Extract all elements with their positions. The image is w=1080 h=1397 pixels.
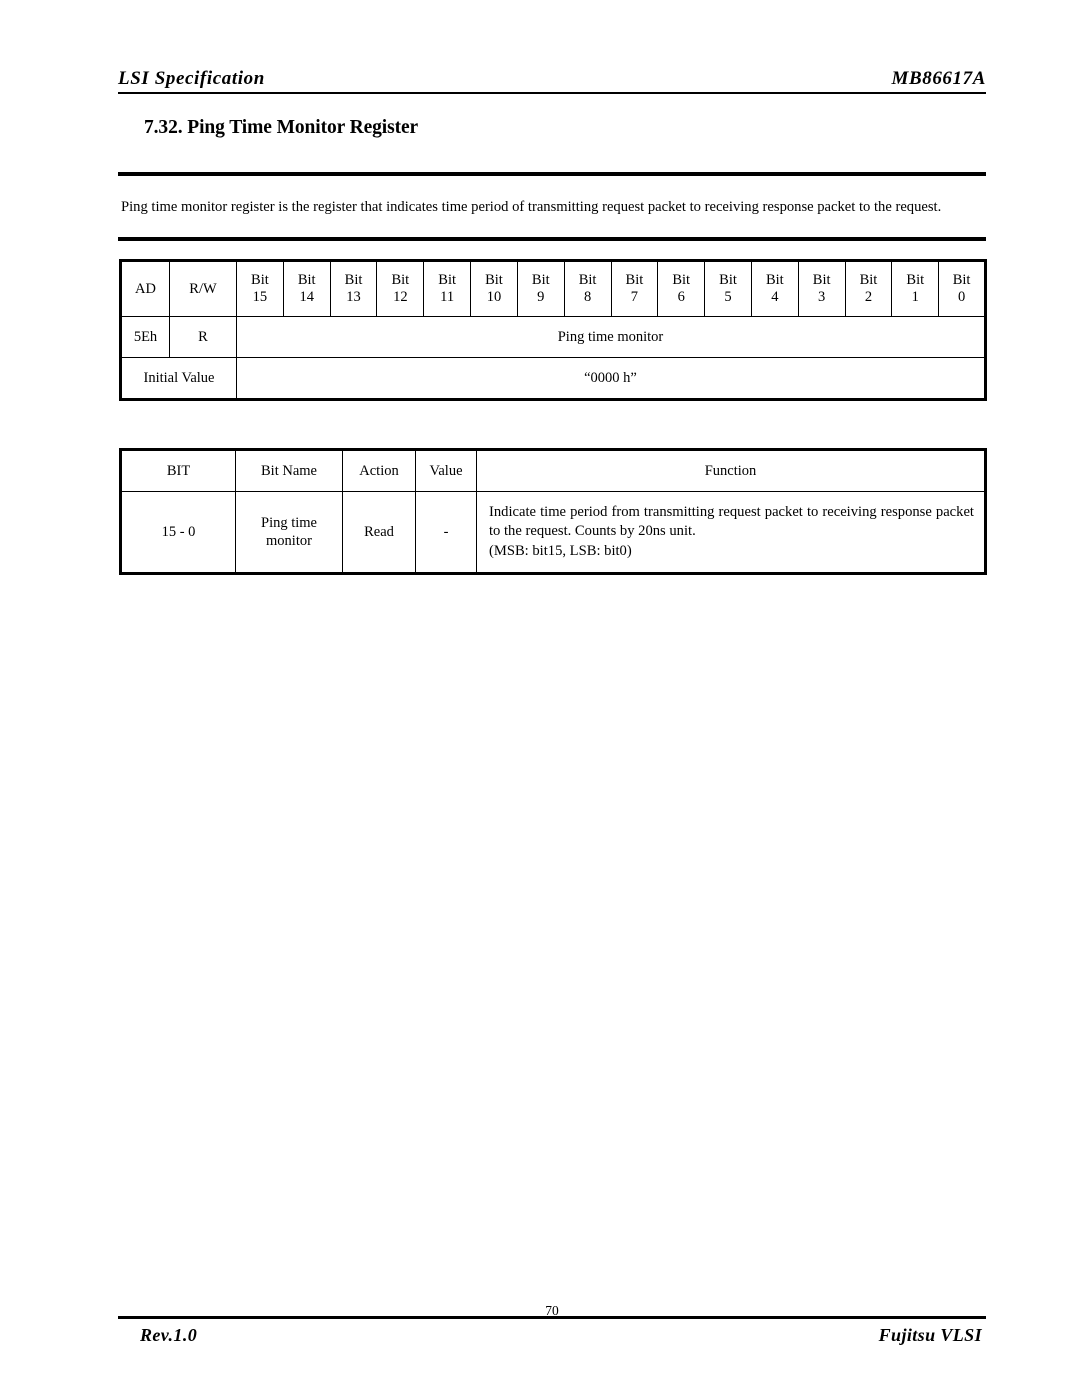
bit-number-label: 6 (677, 289, 685, 305)
bit-number-label: 12 (393, 289, 408, 305)
register-header-ad: AD (120, 260, 170, 317)
register-header-bit-1: Bit 1 (891, 260, 940, 317)
register-address-value: 5Eh (120, 316, 170, 358)
register-header-bit-14: Bit 14 (282, 260, 331, 317)
register-header-bit-7: Bit 7 (610, 260, 659, 317)
divider-below-intro (118, 237, 986, 241)
page-number: 70 (545, 1303, 559, 1318)
bit-word-label: Bit (765, 272, 784, 288)
bit-word-label: Bit (438, 272, 457, 288)
initial-value-data: “0000 h” (236, 357, 986, 400)
function-line-3: (MSB: bit15, LSB: bit0) (489, 542, 632, 559)
column-header-bit: BIT (120, 449, 236, 492)
function-line-2: to the request. Counts by 20ns unit. (489, 523, 696, 540)
bit-word-label: Bit (391, 272, 410, 288)
bit-number-label: 7 (630, 289, 639, 305)
register-header-bit-12: Bit 12 (376, 260, 425, 317)
bit-word-label: Bit (297, 272, 316, 288)
register-header-bit-11: Bit 11 (423, 260, 472, 317)
register-header-bit-0: Bit 0 (938, 260, 986, 317)
bit-number-label: 10 (486, 289, 502, 305)
bit-number-label: 2 (864, 289, 873, 305)
table-row: 15 - 0 Ping time monitor Read - Indicate… (120, 491, 986, 574)
table-row-register-address: 5Eh R Ping time monitor (120, 316, 986, 358)
register-header-bit-8: Bit 8 (563, 260, 612, 317)
column-header-action: Action (342, 449, 416, 492)
register-header-bit-9: Bit 9 (516, 260, 565, 317)
table-row-header: BIT Bit Name Action Value Function (120, 449, 986, 492)
column-header-function: Function (476, 449, 986, 492)
intro-paragraph: Ping time monitor register is the regist… (121, 199, 942, 215)
bit-word-label: Bit (812, 272, 831, 288)
register-field-name: Ping time monitor (236, 316, 986, 358)
bit-number-label: 0 (957, 289, 966, 305)
table-row-initial-value: Initial Value “0000 h” (120, 357, 986, 400)
register-header-bit-2: Bit 2 (844, 260, 893, 317)
bit-word-label: Bit (485, 272, 503, 288)
register-header-bit-5: Bit 5 (704, 260, 752, 317)
bit-number-label: 11 (440, 289, 455, 305)
bit-word-label: Bit (578, 272, 597, 288)
bit-number-label: 5 (724, 289, 732, 305)
register-rw-value: R (169, 316, 237, 358)
register-header-bit-6: Bit 6 (657, 260, 706, 317)
register-bitmap-table: AD R/W Bit 15 Bit 14 Bit 13 Bit 12 Bit 1… (119, 259, 987, 401)
table-row-header: AD R/W Bit 15 Bit 14 Bit 13 Bit 12 Bit 1… (120, 260, 986, 317)
function-line-1: Indicate time period from transmitting r… (489, 503, 974, 520)
cell-action: Read (342, 491, 416, 574)
register-header-bit-3: Bit 3 (797, 260, 846, 317)
bit-number-label: 8 (583, 289, 592, 305)
bit-word-label: Bit (859, 272, 878, 288)
cell-bit-range: 15 - 0 (120, 491, 236, 574)
bit-number-label: 15 (252, 289, 268, 305)
running-header: LSI Specification MB86617A (118, 68, 986, 94)
bit-word-label: Bit (531, 272, 550, 288)
register-header-rw: R/W (169, 260, 237, 317)
cell-value: - (415, 491, 477, 574)
cell-bit-name: Ping time monitor (235, 491, 343, 574)
bit-word-label: Bit (952, 272, 971, 288)
footer-revision: Rev.1.0 (140, 1325, 198, 1345)
bit-number-label: 14 (299, 289, 314, 305)
column-header-value: Value (415, 449, 477, 492)
document-page: LSI Specification MB86617A 7.32. Ping Ti… (0, 0, 1080, 1397)
bit-number-label: 9 (537, 289, 545, 305)
bit-number-label: 13 (346, 289, 361, 305)
register-header-bit-15: Bit 15 (236, 260, 284, 317)
column-header-bit-name: Bit Name (235, 449, 343, 492)
page-title: 7.32. Ping Time Monitor Register (144, 117, 419, 138)
bit-number-label: 3 (818, 289, 826, 305)
running-footer: 70 Rev.1.0 Fujitsu VLSI (118, 1303, 986, 1353)
footer-company: Fujitsu VLSI (878, 1325, 982, 1345)
header-document-type: LSI Specification (118, 68, 265, 89)
initial-value-label: Initial Value (120, 357, 237, 400)
bit-name-line-2: monitor (266, 533, 312, 549)
bit-word-label: Bit (625, 272, 644, 288)
bit-number-label: 4 (771, 289, 779, 305)
header-part-number: MB86617A (891, 68, 986, 89)
bit-word-label: Bit (672, 272, 691, 288)
bit-name-line-1: Ping time (261, 515, 317, 531)
cell-function: Indicate time period from transmitting r… (476, 491, 986, 574)
register-header-bit-10: Bit 10 (470, 260, 518, 317)
bit-number-label: 1 (911, 289, 919, 305)
footer-inner: 70 Rev.1.0 Fujitsu VLSI (118, 1303, 986, 1353)
register-header-bit-4: Bit 4 (750, 260, 799, 317)
divider-above-intro (118, 172, 986, 176)
bit-detail-table: BIT Bit Name Action Value Function 15 - … (119, 448, 987, 575)
bit-word-label: Bit (251, 272, 269, 288)
bit-word-label: Bit (906, 272, 925, 288)
bit-word-label: Bit (719, 272, 737, 288)
register-header-bit-13: Bit 13 (329, 260, 378, 317)
bit-word-label: Bit (344, 272, 363, 288)
